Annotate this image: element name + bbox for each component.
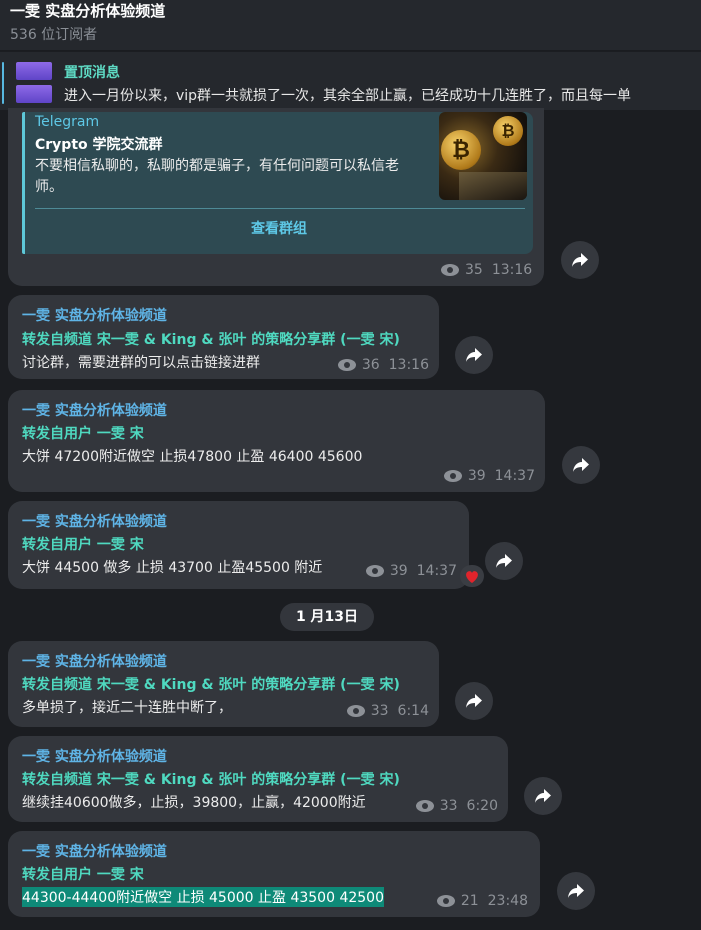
views-eye-icon <box>436 895 455 907</box>
message-meta: 39 14:37 <box>443 468 535 484</box>
views-eye-icon <box>415 800 434 812</box>
message-author[interactable]: 一雯 实盘分析体验频道 <box>22 305 167 325</box>
message-meta: 33 6:14 <box>346 703 429 719</box>
message-author[interactable]: 一雯 实盘分析体验频道 <box>22 746 167 766</box>
share-arrow-icon <box>572 253 588 267</box>
pinned-thumbnail <box>16 85 52 103</box>
share-arrow-icon <box>535 789 551 803</box>
pinned-text: 进入一月份以来，vip群一共就损了一次，其余全部止赢，已经成功十几连胜了，而且每… <box>64 88 632 104</box>
card-divider <box>35 208 525 209</box>
message-meta: 21 23:48 <box>436 893 528 909</box>
message-text: 大饼 47200附近做空 止损47800 止盈 46400 45600 <box>22 449 363 465</box>
pinned-indicator <box>2 62 4 104</box>
pinned-message-bar[interactable]: 置顶消息 进入一月份以来，vip群一共就损了一次，其余全部止赢，已经成功十几连胜… <box>0 52 701 110</box>
views-eye-icon <box>443 470 462 482</box>
link-site-name: Telegram <box>35 114 100 130</box>
message-time: 6:20 <box>466 798 498 814</box>
share-arrow-icon <box>466 694 482 708</box>
share-button[interactable] <box>455 336 493 374</box>
forwarded-from[interactable]: 转发自用户 一雯 宋 <box>22 864 144 884</box>
views-eye-icon <box>365 565 384 577</box>
message-meta: 36 13:16 <box>337 357 429 373</box>
view-count: 21 <box>460 893 479 909</box>
views-eye-icon <box>441 264 459 276</box>
message-bubble: 一雯 实盘分析体验频道 转发自频道 宋一雯 & King & 张叶 的策略分享群… <box>8 641 439 727</box>
share-button[interactable] <box>485 542 523 580</box>
share-button[interactable] <box>561 241 599 279</box>
message-text: 多单损了，接近二十连胜中断了， <box>22 700 232 716</box>
channel-title: 一雯 实盘分析体验频道 <box>10 2 166 20</box>
message-time: 14:37 <box>494 468 535 484</box>
chat-header[interactable]: 一雯 实盘分析体验频道 536 位订阅者 <box>0 0 701 51</box>
view-count: 33 <box>370 703 389 719</box>
link-preview-card[interactable]: Telegram Crypto 学院交流群 不要相信私聊的，私聊的都是骗子，有任… <box>22 112 533 254</box>
message-bubble: 一雯 实盘分析体验频道 转发自用户 一雯 宋 44300-44400附近做空 止… <box>8 831 540 917</box>
message-author[interactable]: 一雯 实盘分析体验频道 <box>22 651 167 671</box>
message-author[interactable]: 一雯 实盘分析体验频道 <box>22 400 167 420</box>
share-button[interactable] <box>524 777 562 815</box>
view-group-button[interactable]: 查看群组 <box>25 218 533 238</box>
message-meta: 35 13:16 <box>440 262 532 278</box>
link-title: Crypto 学院交流群 <box>35 137 163 153</box>
share-button[interactable] <box>557 872 595 910</box>
message-time: 6:14 <box>397 703 429 719</box>
share-arrow-icon <box>466 348 482 362</box>
view-count: 36 <box>361 357 380 373</box>
message-meta: 33 6:20 <box>415 798 498 814</box>
forwarded-from[interactable]: 转发自频道 宋一雯 & King & 张叶 的策略分享群 (一雯 宋) <box>22 329 400 349</box>
message-bubble: 一雯 实盘分析体验频道 转发自用户 一雯 宋 大饼 47200附近做空 止损47… <box>8 390 545 492</box>
heart-reaction-icon[interactable] <box>460 565 484 587</box>
message-bubble: 一雯 实盘分析体验频道 转发自用户 一雯 宋 大饼 44500 做多 止损 43… <box>8 501 469 589</box>
message-meta: 39 14:37 <box>365 563 457 579</box>
forwarded-from[interactable]: 转发自频道 宋一雯 & King & 张叶 的策略分享群 (一雯 宋) <box>22 769 400 789</box>
message-text: 讨论群，需要进群的可以点击链接进群 <box>22 355 260 371</box>
message-bubble: 一雯 实盘分析体验频道 转发自频道 宋一雯 & King & 张叶 的策略分享群… <box>8 736 508 822</box>
message-text: 继续挂40600做多，止损，39800，止赢，42000附近 <box>22 795 366 811</box>
share-button[interactable] <box>455 682 493 720</box>
message-time: 13:16 <box>388 357 429 373</box>
message-author[interactable]: 一雯 实盘分析体验频道 <box>22 511 167 531</box>
share-arrow-icon <box>568 884 584 898</box>
forwarded-from[interactable]: 转发自用户 一雯 宋 <box>22 423 144 443</box>
message-author[interactable]: 一雯 实盘分析体验频道 <box>22 841 167 861</box>
date-separator: 1 月13日 <box>280 603 374 631</box>
bitcoin-thumbnail: ₿ ₿ <box>439 112 527 200</box>
message-text: 大饼 44500 做多 止损 43700 止盈45500 附近 <box>22 560 323 576</box>
message-bubble: 一雯 实盘分析体验频道 转发自频道 宋一雯 & King & 张叶 的策略分享群… <box>8 295 439 379</box>
link-description: 不要相信私聊的，私聊的都是骗子，有任何问题可以私信老师。 <box>35 158 399 195</box>
subscriber-count: 536 位订阅者 <box>10 27 98 43</box>
pinned-thumbnail <box>16 62 52 80</box>
share-button[interactable] <box>562 446 600 484</box>
share-arrow-icon <box>496 554 512 568</box>
view-count: 39 <box>467 468 486 484</box>
message-time: 13:16 <box>491 262 533 278</box>
pinned-label: 置顶消息 <box>64 65 120 81</box>
message-time: 23:48 <box>487 893 528 909</box>
message-time: 14:37 <box>416 563 457 579</box>
share-arrow-icon <box>573 458 589 472</box>
views-eye-icon <box>346 705 365 717</box>
view-count: 35 <box>465 262 483 278</box>
views-eye-icon <box>337 359 356 371</box>
view-count: 33 <box>439 798 458 814</box>
forwarded-from[interactable]: 转发自频道 宋一雯 & King & 张叶 的策略分享群 (一雯 宋) <box>22 674 400 694</box>
message-text-selected: 44300-44400附近做空 止损 45000 止盈 43500 42500 <box>22 887 384 907</box>
forwarded-from[interactable]: 转发自用户 一雯 宋 <box>22 534 144 554</box>
view-count: 39 <box>389 563 408 579</box>
